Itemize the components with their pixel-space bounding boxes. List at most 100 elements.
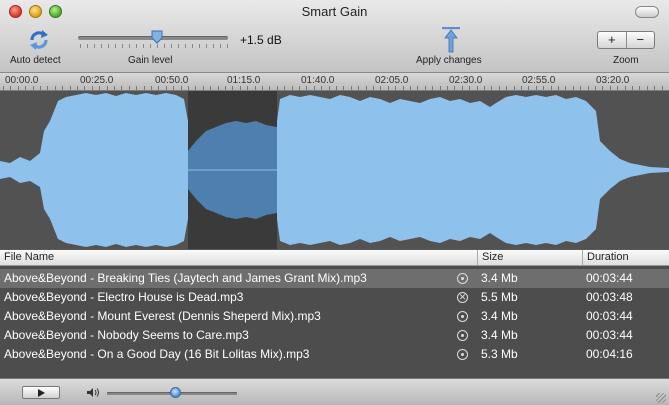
timeline-label: 02:05.0: [375, 75, 409, 86]
duration-cell: 00:03:44: [586, 271, 633, 285]
file-name-cell: Above&Beyond - Breaking Ties (Jaytech an…: [4, 271, 367, 285]
timeline-label: 01:15.0: [227, 75, 261, 86]
waveform-view[interactable]: [0, 91, 669, 249]
timeline-label: 00:25.0: [80, 75, 114, 86]
timeline-minor-tick: [18, 86, 19, 90]
timeline-minor-tick: [536, 86, 537, 90]
timeline-minor-tick: [417, 86, 418, 90]
timeline-minor-tick: [484, 86, 485, 90]
timeline-minor-tick: [269, 86, 270, 90]
table-row[interactable]: Above&Beyond - Mount Everest (Dennis She…: [0, 307, 669, 326]
timeline-minor-tick: [195, 86, 196, 90]
timeline-minor-tick: [99, 86, 100, 90]
size-cell: 3.4 Mb: [481, 309, 518, 323]
file-table: File Name Size Duration Above&Beyond - B…: [0, 250, 669, 378]
timeline-minor-tick: [595, 86, 596, 90]
timeline-minor-tick: [647, 86, 648, 90]
timeline-minor-tick: [70, 86, 71, 90]
column-header-duration[interactable]: Duration: [582, 250, 669, 265]
timeline-minor-tick: [107, 86, 108, 90]
timeline-minor-tick: [366, 86, 367, 90]
radio-dot-icon: [457, 349, 468, 360]
timeline-minor-tick: [129, 86, 130, 90]
zoom-in-button[interactable]: +: [598, 32, 626, 48]
waveform-graphic: [0, 91, 669, 249]
timeline-minor-tick: [573, 86, 574, 90]
timeline-minor-tick: [617, 86, 618, 90]
duration-cell: 00:04:16: [586, 347, 633, 361]
timeline-minor-tick: [639, 86, 640, 90]
table-row[interactable]: Above&Beyond - Electro House is Dead.mp3…: [0, 288, 669, 307]
timeline-minor-tick: [543, 86, 544, 90]
timeline-minor-tick: [173, 86, 174, 90]
timeline-minor-tick: [462, 86, 463, 90]
timeline-minor-tick: [632, 86, 633, 90]
timeline-minor-tick: [151, 86, 152, 90]
timeline-minor-tick: [277, 86, 278, 90]
timeline-minor-tick: [247, 86, 248, 90]
timeline-minor-tick: [114, 86, 115, 90]
column-header-file-name[interactable]: File Name: [0, 250, 477, 265]
timeline-minor-tick: [395, 86, 396, 90]
gain-level-slider-thumb[interactable]: [151, 30, 163, 44]
table-row[interactable]: Above&Beyond - On a Good Day (16 Bit Lol…: [0, 345, 669, 364]
timeline-minor-tick: [55, 86, 56, 90]
timeline-minor-tick: [551, 86, 552, 90]
table-row[interactable]: Above&Beyond - Breaking Ties (Jaytech an…: [0, 269, 669, 288]
timeline-minor-tick: [299, 86, 300, 90]
gain-level-ticks: [80, 44, 228, 48]
timeline-minor-tick: [321, 86, 322, 90]
file-name-cell: Above&Beyond - Nobody Seems to Care.mp3: [4, 328, 249, 342]
volume-slider-thumb[interactable]: [170, 387, 181, 398]
file-name-cell: Above&Beyond - On a Good Day (16 Bit Lol…: [4, 347, 310, 361]
timeline-minor-tick: [40, 86, 41, 90]
timeline-minor-tick: [77, 86, 78, 90]
timeline-minor-tick: [373, 86, 374, 90]
timeline-minor-tick: [491, 86, 492, 90]
timeline-minor-tick: [232, 86, 233, 90]
timeline-minor-tick: [292, 86, 293, 90]
timeline-minor-tick: [351, 86, 352, 90]
apply-arrow-icon: [442, 27, 460, 53]
size-cell: 5.3 Mb: [481, 347, 518, 361]
timeline-minor-tick: [580, 86, 581, 90]
timeline-minor-tick: [454, 86, 455, 90]
timeline-minor-tick: [388, 86, 389, 90]
table-row[interactable]: Above&Beyond - Nobody Seems to Care.mp3 …: [0, 326, 669, 345]
play-button[interactable]: [22, 386, 60, 399]
timeline-ruler[interactable]: 00:00.0 00:25.0 00:50.0 01:15.0 01:40.0 …: [0, 73, 669, 91]
file-name-cell: Above&Beyond - Mount Everest (Dennis She…: [4, 309, 321, 323]
zoom-segmented-control: + −: [597, 31, 655, 49]
x-circle-icon: ✕: [457, 292, 468, 303]
timeline-minor-tick: [506, 86, 507, 90]
timeline-label: 02:30.0: [449, 75, 483, 86]
timeline-minor-tick: [121, 86, 122, 90]
timeline-minor-tick: [25, 86, 26, 90]
timeline-minor-tick: [225, 86, 226, 90]
timeline-minor-tick: [10, 86, 11, 90]
timeline-minor-tick: [240, 86, 241, 90]
column-header-size[interactable]: Size: [477, 250, 582, 265]
size-cell: 5.5 Mb: [481, 290, 518, 304]
auto-detect-label: Auto detect: [10, 55, 61, 66]
timeline-minor-tick: [610, 86, 611, 90]
duration-cell: 00:03:44: [586, 309, 633, 323]
window-title: Smart Gain: [301, 4, 368, 19]
timeline-minor-tick: [255, 86, 256, 90]
timeline-minor-tick: [528, 86, 529, 90]
resize-grip-icon[interactable]: [656, 393, 666, 403]
timeline-minor-tick: [521, 86, 522, 90]
toolbar-toggle-button[interactable]: [635, 6, 659, 18]
playback-bar: [0, 378, 669, 405]
timeline-minor-tick: [329, 86, 330, 90]
timeline-minor-tick: [218, 86, 219, 90]
timeline-minor-tick: [62, 86, 63, 90]
toolbar: Smart Gain Auto detect Gain level +1.5 d…: [0, 0, 669, 73]
timeline-minor-tick: [447, 86, 448, 90]
timeline-minor-tick: [625, 86, 626, 90]
timeline-minor-tick: [166, 86, 167, 90]
zoom-out-button[interactable]: −: [625, 32, 655, 48]
timeline-minor-tick: [432, 86, 433, 90]
size-cell: 3.4 Mb: [481, 271, 518, 285]
refresh-arrows-icon: [30, 30, 48, 50]
